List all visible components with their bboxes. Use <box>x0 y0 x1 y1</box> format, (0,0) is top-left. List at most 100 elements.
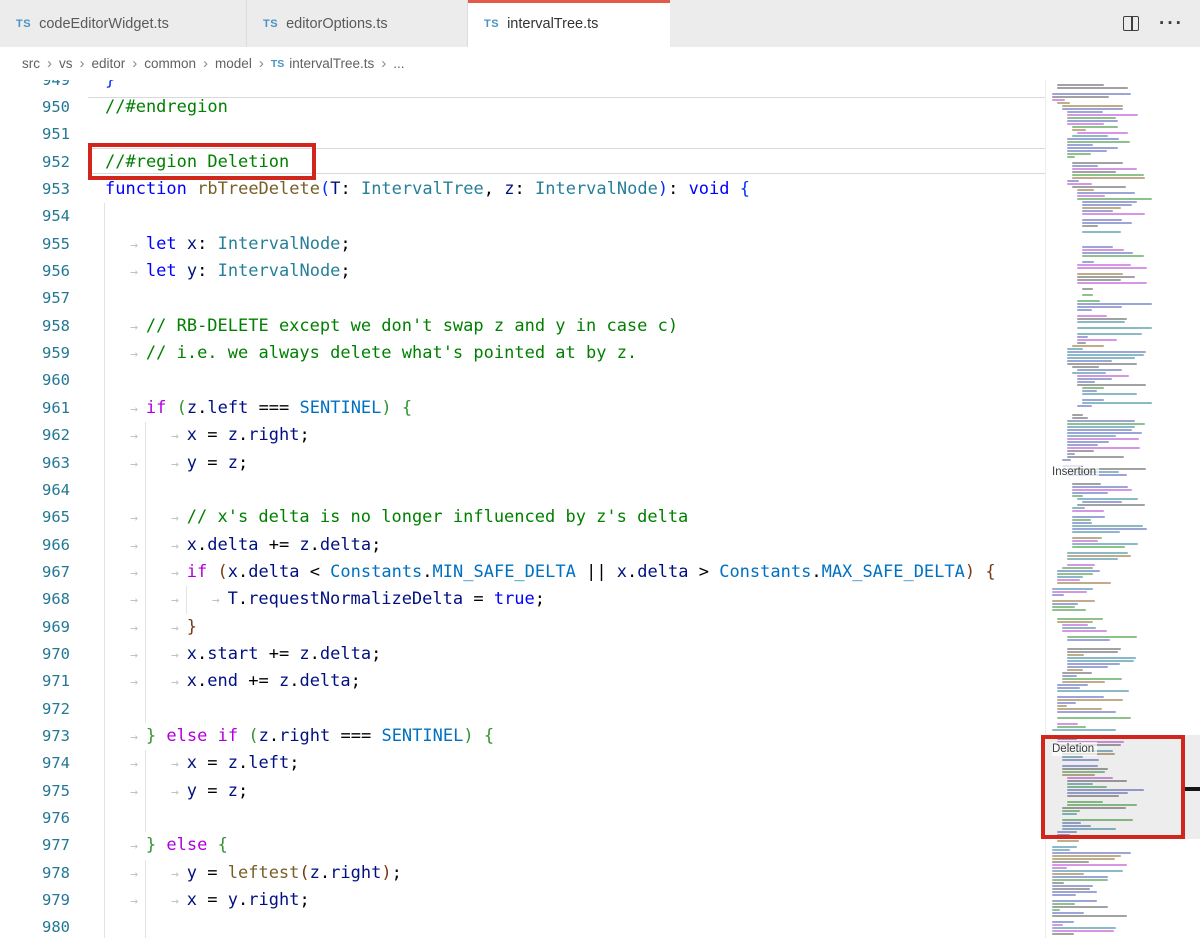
code-token: T <box>228 589 238 609</box>
line-number[interactable]: 949 <box>0 80 70 94</box>
code-line: 957 <box>0 285 1045 312</box>
minimap-code-line <box>1057 102 1070 104</box>
minimap-code-line <box>1082 261 1094 263</box>
breadcrumb-item-editor[interactable]: editor <box>92 56 126 71</box>
code-token: z <box>228 781 238 801</box>
minimap-code-line <box>1052 891 1097 893</box>
line-number[interactable]: 970 <box>0 641 70 668</box>
whitespace-tab-icon: → <box>105 587 146 614</box>
line-number[interactable]: 967 <box>0 559 70 586</box>
minimap-code-line <box>1057 687 1080 689</box>
whitespace-tab-icon: → <box>105 751 146 778</box>
line-number[interactable]: 976 <box>0 805 70 832</box>
line-number[interactable]: 979 <box>0 887 70 914</box>
code-token: ; <box>392 863 402 883</box>
minimap-code-line <box>1082 399 1104 401</box>
line-number[interactable]: 964 <box>0 477 70 504</box>
code-line: 974→→x = z.left; <box>0 750 1045 777</box>
minimap-code-line <box>1067 636 1137 638</box>
code-token: , <box>484 179 504 199</box>
breadcrumb-item-vs[interactable]: vs <box>59 56 73 71</box>
minimap-code-line <box>1052 888 1090 890</box>
minimap-code-line <box>1072 486 1128 488</box>
code-token: . <box>197 535 207 555</box>
line-number[interactable]: 980 <box>0 914 70 938</box>
line-number[interactable]: 954 <box>0 203 70 230</box>
minimap-code-line <box>1057 579 1080 581</box>
line-number[interactable]: 953 <box>0 176 70 203</box>
code-token: . <box>627 562 637 582</box>
line-number[interactable]: 969 <box>0 614 70 641</box>
line-number[interactable]: 966 <box>0 532 70 559</box>
line-number[interactable]: 952 <box>0 149 70 176</box>
whitespace-tab-icon: → <box>146 505 187 532</box>
line-number[interactable]: 973 <box>0 723 70 750</box>
code-token: MIN_SAFE_DELTA <box>433 562 576 582</box>
breadcrumb-item-model[interactable]: model <box>215 56 252 71</box>
minimap-code-line <box>1077 339 1117 341</box>
breadcrumb-item-file[interactable]: intervalTree.ts <box>289 56 374 71</box>
line-number[interactable]: 978 <box>0 860 70 887</box>
code-token: x <box>187 234 197 254</box>
line-number[interactable]: 958 <box>0 313 70 340</box>
tab-intervalTree.ts[interactable]: TSintervalTree.ts <box>468 0 670 47</box>
minimap-code-line <box>1052 864 1127 866</box>
tab-bar: TScodeEditorWidget.tsTSeditorOptions.tsT… <box>0 0 1200 47</box>
code-token <box>156 835 166 855</box>
code-line: 971→→x.end += z.delta; <box>0 668 1045 695</box>
tab-editorOptions.ts[interactable]: TSeditorOptions.ts <box>247 0 468 47</box>
ts-file-icon: TS <box>271 58 284 70</box>
line-number[interactable]: 956 <box>0 258 70 285</box>
minimap-code-line <box>1062 675 1077 677</box>
breadcrumb-symbol-ellipsis[interactable]: ... <box>393 56 404 71</box>
line-number[interactable]: 962 <box>0 422 70 449</box>
minimap-code-line <box>1052 600 1095 602</box>
minimap-code-line <box>1067 435 1116 437</box>
code-pane[interactable]: 949}950//#endregion951952//#region Delet… <box>0 80 1045 938</box>
minimap-code-line <box>1067 669 1083 671</box>
code-line: 977→} else { <box>0 832 1045 859</box>
line-number[interactable]: 957 <box>0 285 70 312</box>
minimap-code-line <box>1072 495 1083 497</box>
code-token: z <box>228 753 238 773</box>
line-number[interactable]: 974 <box>0 750 70 777</box>
minimap-code-line <box>1077 192 1135 194</box>
minimap-code-line <box>1062 672 1092 674</box>
code-token: . <box>238 753 248 773</box>
chevron-right-icon: › <box>80 55 85 72</box>
line-number[interactable]: 971 <box>0 668 70 695</box>
minimap-code-line <box>1067 654 1084 656</box>
line-number[interactable]: 960 <box>0 367 70 394</box>
line-number[interactable]: 955 <box>0 231 70 258</box>
tab-codeEditorWidget.ts[interactable]: TScodeEditorWidget.ts <box>0 0 247 47</box>
code-line: 972 <box>0 696 1045 723</box>
code-line: 966→→x.delta += z.delta; <box>0 532 1045 559</box>
line-number[interactable]: 963 <box>0 450 70 477</box>
line-number[interactable]: 950 <box>0 94 70 121</box>
minimap-code-line <box>1077 315 1107 317</box>
line-number[interactable]: 959 <box>0 340 70 367</box>
minimap-code-line <box>1072 537 1102 539</box>
line-number[interactable]: 965 <box>0 504 70 531</box>
code-token: z <box>259 726 269 746</box>
minimap-code-line <box>1067 555 1131 557</box>
line-number[interactable]: 977 <box>0 832 70 859</box>
minimap-code-line <box>1082 210 1113 212</box>
line-number[interactable]: 972 <box>0 696 70 723</box>
line-number[interactable]: 961 <box>0 395 70 422</box>
minimap[interactable]: InsertionDeletion <box>1045 80 1200 938</box>
line-number[interactable]: 951 <box>0 121 70 148</box>
code-token: : <box>197 234 217 254</box>
more-actions-icon[interactable]: ··· <box>1159 19 1184 29</box>
minimap-code-line <box>1067 450 1094 452</box>
minimap-code-line <box>1072 135 1108 137</box>
minimap-code-line <box>1062 567 1093 569</box>
breadcrumb-item-src[interactable]: src <box>22 56 40 71</box>
minimap-code-line <box>1062 678 1122 680</box>
breadcrumb-item-common[interactable]: common <box>144 56 196 71</box>
line-number[interactable]: 975 <box>0 778 70 805</box>
line-number[interactable]: 968 <box>0 586 70 613</box>
split-editor-icon[interactable] <box>1123 16 1139 31</box>
minimap-code-line <box>1072 507 1085 509</box>
code-token: : <box>515 179 535 199</box>
